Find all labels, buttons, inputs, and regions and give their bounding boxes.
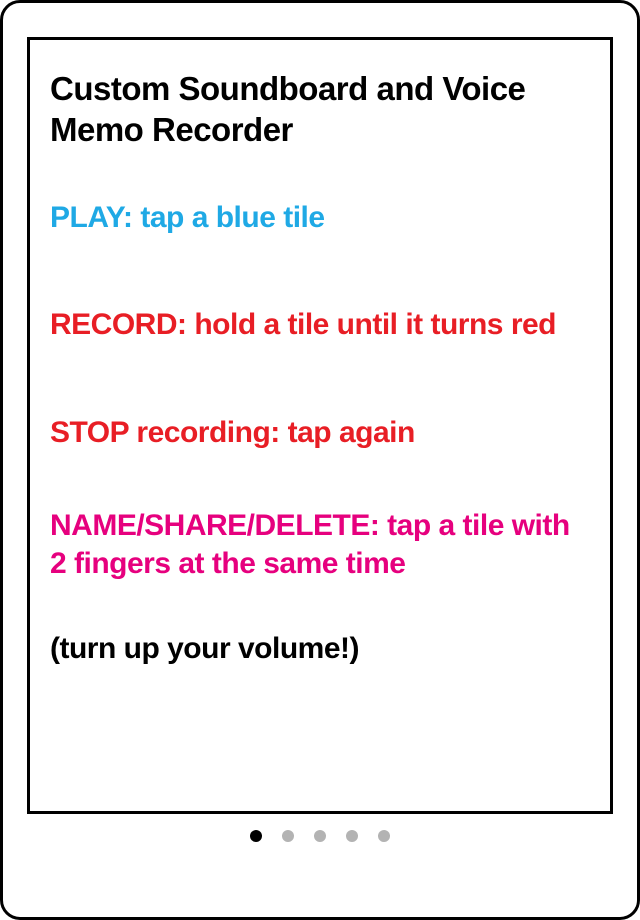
page-indicator[interactable] (3, 830, 637, 842)
instruction-stop: STOP recording: tap again (50, 414, 590, 452)
page-dot-2[interactable] (282, 830, 294, 842)
page-dot-1[interactable] (250, 830, 262, 842)
instruction-play: PLAY: tap a blue tile (50, 199, 590, 237)
onboarding-card[interactable]: Custom Soundboard and Voice Memo Recorde… (27, 37, 613, 814)
instruction-record: RECORD: hold a tile until it turns red (50, 306, 590, 344)
card-title: Custom Soundboard and Voice Memo Recorde… (50, 68, 590, 151)
instruction-name-share-delete: NAME/SHARE/DELETE: tap a tile with 2 fin… (50, 507, 590, 582)
instruction-volume: (turn up your volume!) (50, 630, 590, 668)
device-frame: Custom Soundboard and Voice Memo Recorde… (0, 0, 640, 920)
page-dot-4[interactable] (346, 830, 358, 842)
page-dot-3[interactable] (314, 830, 326, 842)
page-dot-5[interactable] (378, 830, 390, 842)
